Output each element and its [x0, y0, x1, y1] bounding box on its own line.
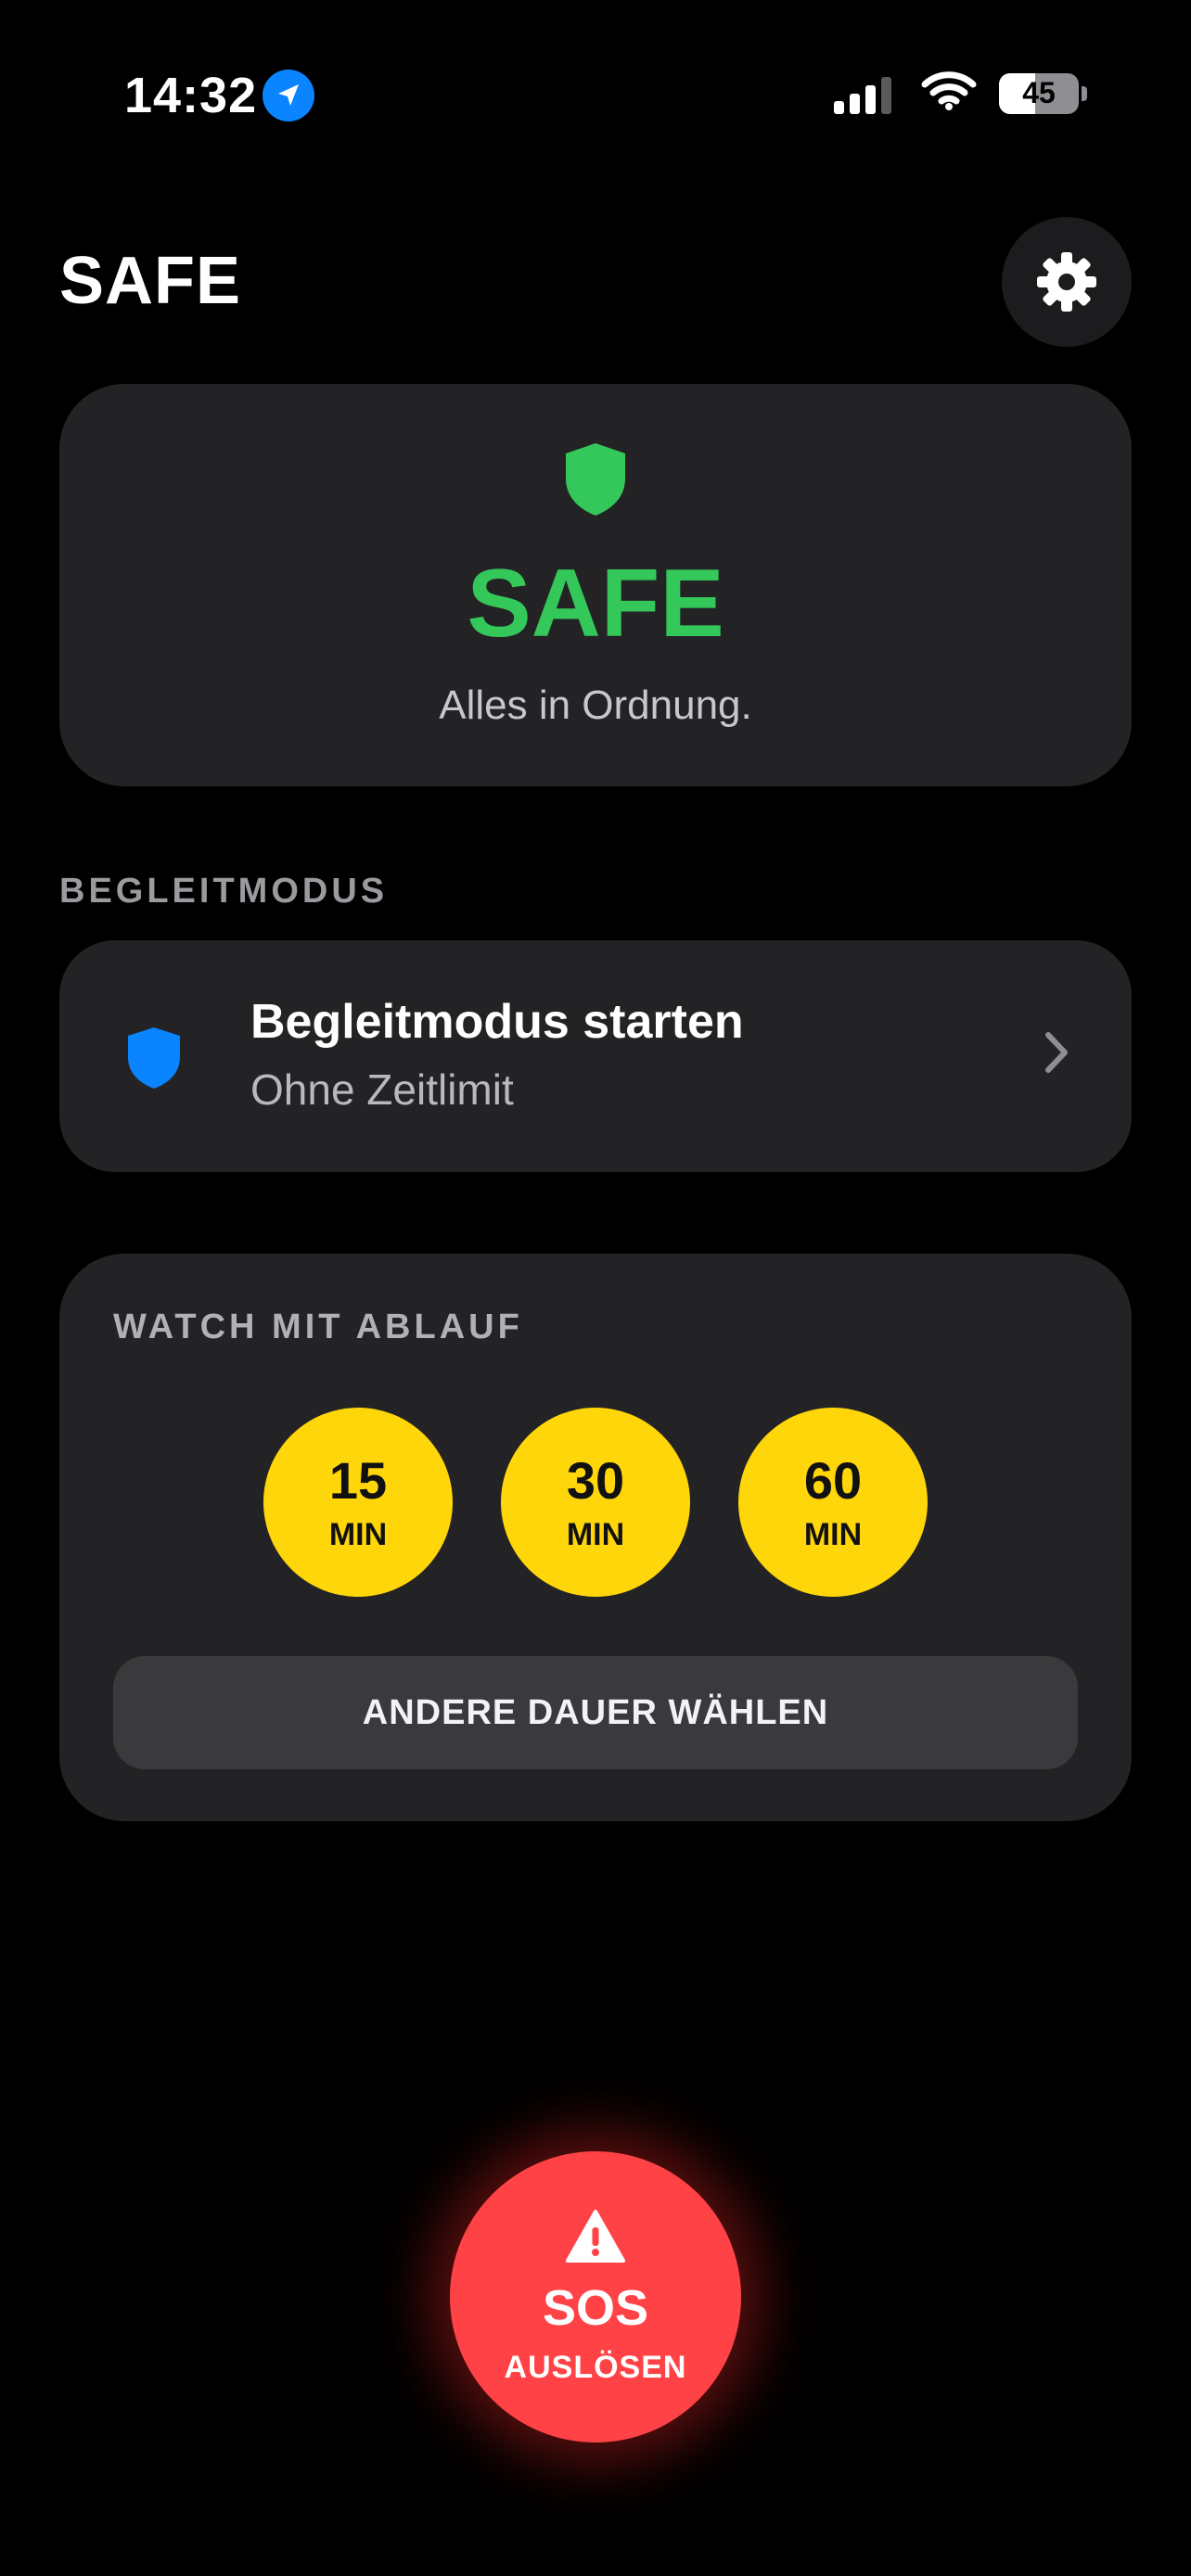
- status-bar: 14:32 45: [0, 0, 1191, 185]
- battery-level: 45: [1022, 76, 1056, 109]
- status-subtitle: Alles in Ordnung.: [439, 682, 752, 728]
- sos-button[interactable]: SOS AUSLÖSEN: [450, 2151, 741, 2442]
- settings-button[interactable]: [1002, 217, 1132, 347]
- section-label-begleitmodus: BEGLEITMODUS: [59, 872, 389, 911]
- duration-30-button[interactable]: 30 MIN: [501, 1408, 690, 1597]
- sos-title: SOS: [542, 2280, 649, 2336]
- duration-value: 15: [328, 1451, 388, 1510]
- sos-subtitle: AUSLÖSEN: [504, 2350, 687, 2385]
- battery-tip: [1082, 85, 1087, 101]
- watch-card: WATCH MIT ABLAUF 15 MIN 30 MIN 60 MIN AN…: [59, 1254, 1132, 1821]
- warning-triangle-icon: [565, 2209, 626, 2269]
- duration-value: 30: [566, 1451, 625, 1510]
- status-time: 14:32: [124, 68, 258, 123]
- duration-unit: MIN: [566, 1517, 625, 1552]
- gear-icon: [1037, 252, 1096, 312]
- duration-15-button[interactable]: 15 MIN: [263, 1408, 453, 1597]
- wifi-icon: [921, 70, 977, 116]
- duration-unit: MIN: [328, 1517, 388, 1552]
- companion-subtitle: Ohne Zeitlimit: [250, 1065, 514, 1114]
- status-title: SAFE: [467, 550, 724, 657]
- time-group: 14:32: [124, 67, 315, 124]
- watch-label: WATCH MIT ABLAUF: [113, 1307, 523, 1346]
- cellular-signal-icon: [834, 73, 897, 114]
- chevron-right-icon: [1043, 1029, 1070, 1080]
- status-indicators: 45: [834, 70, 1087, 116]
- duration-60-button[interactable]: 60 MIN: [738, 1408, 928, 1597]
- start-companion-mode-button[interactable]: Begleitmodus starten Ohne Zeitlimit: [59, 940, 1132, 1172]
- companion-title: Begleitmodus starten: [250, 995, 744, 1049]
- shield-icon: [126, 1026, 182, 1095]
- status-card: SAFE Alles in Ordnung.: [59, 384, 1132, 786]
- location-arrow-icon: [263, 70, 315, 121]
- duration-value: 60: [803, 1451, 863, 1510]
- page-title: SAFE: [59, 244, 242, 318]
- choose-other-duration-button[interactable]: ANDERE DAUER WÄHLEN: [113, 1656, 1078, 1769]
- battery-icon: 45: [999, 72, 1079, 114]
- duration-unit: MIN: [803, 1517, 863, 1552]
- shield-icon: [564, 441, 627, 522]
